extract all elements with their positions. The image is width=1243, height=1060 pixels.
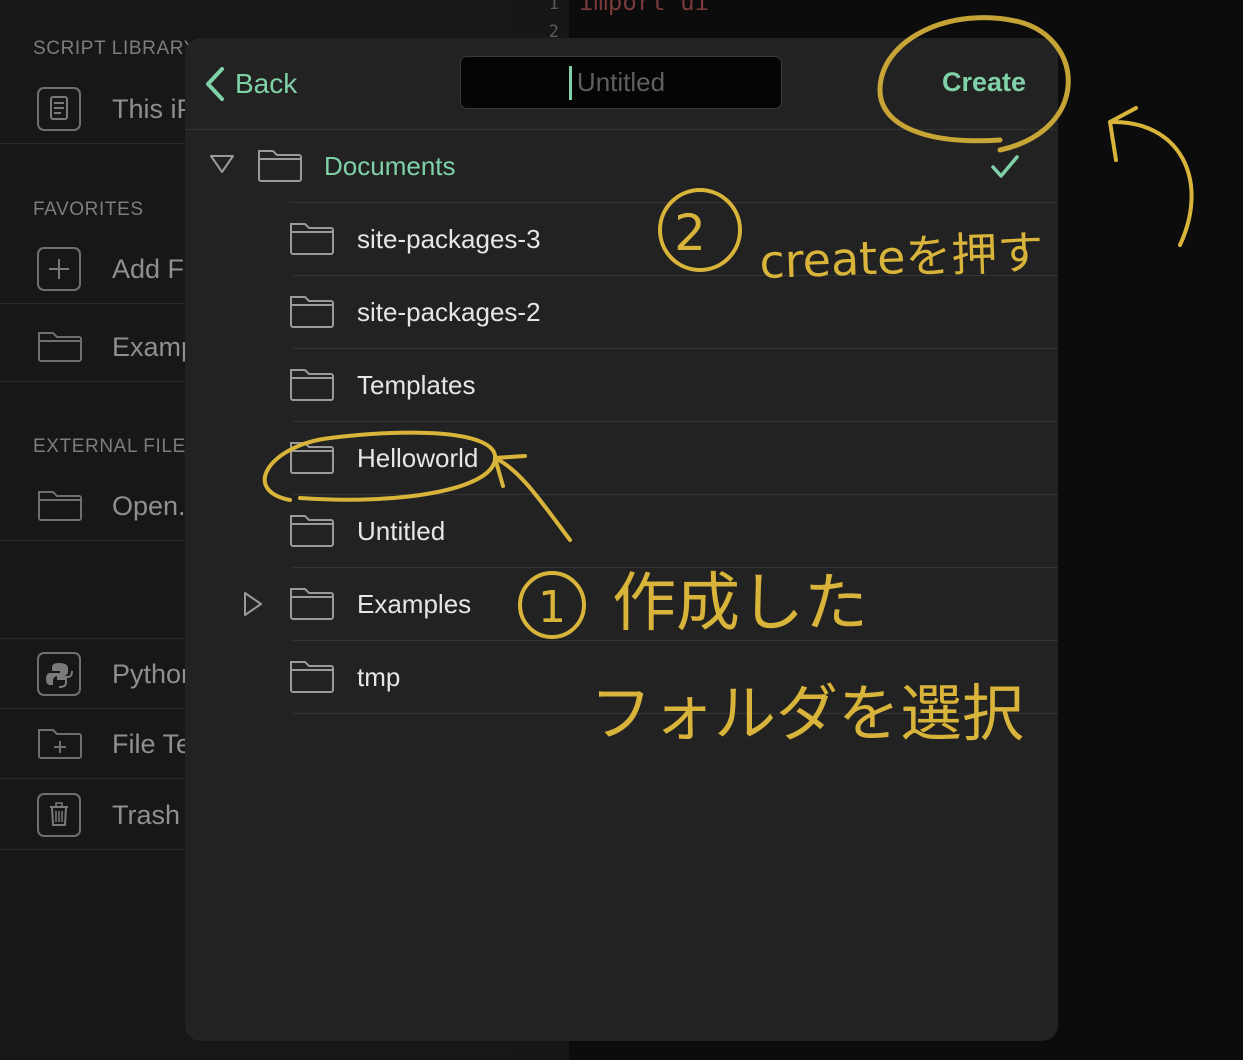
folder-row[interactable]: Examples xyxy=(185,568,1058,641)
plus-icon xyxy=(37,247,81,291)
folder-row[interactable]: site-packages-3 xyxy=(185,203,1058,276)
folder-name: tmp xyxy=(357,662,401,692)
folder-row[interactable]: tmp xyxy=(185,641,1058,714)
folder-icon xyxy=(290,223,334,255)
folder-name: site-packages-2 xyxy=(357,297,541,327)
triangle-down-icon xyxy=(210,155,234,173)
section-header-favorites: FAVORITES xyxy=(33,199,144,220)
folder-name: Examples xyxy=(357,589,472,619)
save-location-dialog: Back Create Documents site-packages-3 sit… xyxy=(185,38,1058,1041)
folder-row[interactable]: site-packages-2 xyxy=(185,276,1058,349)
folder-icon xyxy=(258,150,302,182)
document-icon xyxy=(37,87,81,131)
dialog-navbar: Back Create xyxy=(185,38,1058,130)
folder-icon xyxy=(290,515,334,547)
folder-plus-icon xyxy=(37,722,82,766)
folder-name: Untitled xyxy=(357,516,446,546)
folder-icon xyxy=(290,661,334,693)
section-header-script-library: SCRIPT LIBRARY xyxy=(33,38,197,59)
folder-row-documents[interactable]: Documents xyxy=(185,130,1058,203)
folder-name: Templates xyxy=(357,370,476,400)
line-number: 1 xyxy=(548,0,559,14)
folder-name: Documents xyxy=(324,151,456,181)
back-button-label: Back xyxy=(235,68,298,99)
checkmark-icon xyxy=(991,155,1019,178)
folder-icon xyxy=(290,369,334,401)
folder-name: site-packages-3 xyxy=(357,224,541,254)
folder-icon xyxy=(290,442,334,474)
folder-name: Helloworld xyxy=(357,443,479,473)
trash-icon xyxy=(37,793,81,837)
folder-icon xyxy=(37,484,82,528)
create-button[interactable]: Create xyxy=(942,67,1026,98)
folder-icon xyxy=(37,325,82,369)
chevron-left-icon xyxy=(206,67,224,101)
section-header-external-files: EXTERNAL FILES xyxy=(33,436,200,457)
code-line: import ui xyxy=(579,0,710,16)
file-name-input[interactable] xyxy=(460,56,782,109)
folder-row[interactable]: Templates xyxy=(185,349,1058,422)
folder-row[interactable]: Helloworld xyxy=(185,422,1058,495)
triangle-right-icon[interactable] xyxy=(243,591,263,617)
sidebar-item-label: Trash xyxy=(112,800,181,830)
folder-icon xyxy=(290,588,334,620)
folder-icon xyxy=(290,296,334,328)
text-cursor xyxy=(569,66,572,100)
folder-row[interactable]: Untitled xyxy=(185,495,1058,568)
python-icon xyxy=(37,652,81,696)
